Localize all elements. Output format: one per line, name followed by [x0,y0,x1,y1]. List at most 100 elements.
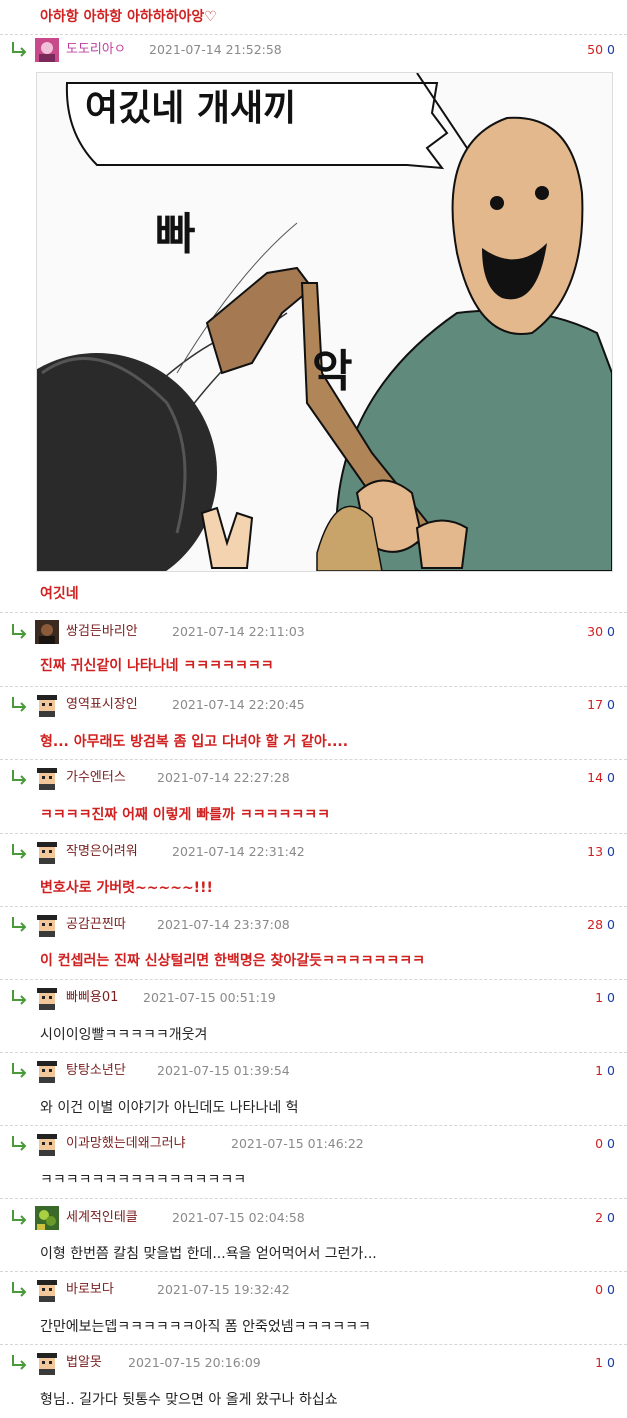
comment-text: 이 컨셉러는 진짜 신상털리면 한백명은 찾아갈듯ㅋㅋㅋㅋㅋㅋㅋㅋ [40,953,426,969]
vote-count[interactable]: 10 [595,1350,615,1376]
vote-count[interactable]: 50 0 [587,37,615,63]
vote-count[interactable]: 30 0 [587,619,615,645]
downvote-count[interactable]: 0 [607,42,615,57]
comment-timestamp: 2021-07-15 01:46:22 [231,1136,364,1151]
comment-header: 이과망했는데왜그러냐 2021-07-15 01:46:22 00 [0,1131,627,1157]
downvote-count[interactable]: 0 [607,1210,615,1225]
upvote-count[interactable]: 0 [595,1136,603,1151]
avatar[interactable] [35,1278,59,1302]
downvote-count[interactable]: 0 [607,770,615,785]
comment-nickname[interactable]: 세계적인테클 [66,1205,138,1231]
comment-header: 영역표시장인 2021-07-14 22:20:45 17 0 [0,692,627,718]
divider [0,1052,627,1053]
vote-count[interactable]: 00 [595,1131,615,1157]
avatar[interactable] [35,766,59,790]
reply-arrow-icon [12,697,27,712]
upvote-count[interactable]: 1 [595,990,603,1005]
comment-timestamp: 2021-07-14 22:11:03 [172,624,305,639]
divider [0,686,627,687]
comment-nickname[interactable]: 바로보다 [66,1277,114,1303]
comment-header: 도도리아ㅇ 2021-07-14 21:52:58 50 0 [0,37,627,63]
comment-nickname[interactable]: 공감끈찐따 [66,912,126,938]
reply-arrow-icon [12,770,27,785]
downvote-count[interactable]: 0 [607,624,615,639]
upvote-count[interactable]: 30 [587,624,603,639]
comment-header: 탕탕소년단 2021-07-15 01:39:54 10 [0,1058,627,1084]
comment-timestamp: 2021-07-14 23:37:08 [157,917,290,932]
comment-timestamp: 2021-07-14 22:31:42 [172,844,305,859]
upvote-count[interactable]: 14 [587,770,603,785]
downvote-count[interactable]: 0 [607,990,615,1005]
avatar[interactable] [35,913,59,937]
downvote-count[interactable]: 0 [607,1136,615,1151]
upvote-count[interactable]: 28 [587,917,603,932]
comment-text: 시이이잉빨ㅋㅋㅋㅋㅋ개웃겨 [40,1027,208,1043]
comment-nickname[interactable]: 쌍검든바리안 [66,619,138,645]
vote-count[interactable]: 17 0 [587,692,615,718]
vote-count[interactable]: 10 [595,985,615,1011]
comment-text: ㅋㅋㅋㅋ진짜 어째 이렇게 빠를까 ㅋㅋㅋㅋㅋㅋㅋ [40,807,330,823]
reply-arrow-icon [12,1355,27,1370]
divider [0,1271,627,1272]
divider [0,1344,627,1345]
upvote-count[interactable]: 1 [595,1063,603,1078]
comment-text: 이형 한번쯤 칼침 맞을법 한데...욕을 얻어먹어서 그런가... [40,1246,377,1262]
downvote-count[interactable]: 0 [607,697,615,712]
reply-arrow-icon [12,1282,27,1297]
avatar[interactable] [35,1206,59,1230]
divider [0,979,627,980]
comment-nickname[interactable]: 탕탕소년단 [66,1058,126,1084]
upvote-count[interactable]: 0 [595,1282,603,1297]
avatar[interactable] [35,840,59,864]
avatar[interactable] [35,38,59,62]
comment-text: 변호사로 가버렷~~~~~!!! [40,880,213,896]
divider [0,906,627,907]
vote-count[interactable]: 28 0 [587,912,615,938]
reply-arrow-icon [12,844,27,859]
downvote-count[interactable]: 0 [607,1355,615,1370]
comment-text: 진짜 귀신같이 나타나네 ㅋㅋㅋㅋㅋㅋㅋ [40,658,274,674]
comment-nickname[interactable]: 도도리아ㅇ [66,37,126,63]
comment-timestamp: 2021-07-15 19:32:42 [157,1282,290,1297]
comment-timestamp: 2021-07-15 01:39:54 [157,1063,290,1078]
vote-count[interactable]: 14 0 [587,765,615,791]
avatar[interactable] [35,1059,59,1083]
upvote-count[interactable]: 17 [587,697,603,712]
vote-count[interactable]: 20 [595,1205,615,1231]
reply-arrow-icon [12,624,27,639]
comment-nickname[interactable]: 작명은어려워 [66,839,138,865]
comment-timestamp: 2021-07-14 22:20:45 [172,697,305,712]
upvote-count[interactable]: 2 [595,1210,603,1225]
divider [0,612,627,613]
downvote-count[interactable]: 0 [607,917,615,932]
comment-timestamp: 2021-07-14 21:52:58 [149,42,282,57]
comment-nickname[interactable]: 영역표시장인 [66,692,138,718]
comment-timestamp: 2021-07-15 20:16:09 [128,1355,261,1370]
avatar[interactable] [35,620,59,644]
comment-image: 여깄네 개새끼 빠 악 [36,72,613,572]
reply-arrow-icon [12,990,27,1005]
upvote-count[interactable]: 50 [587,42,603,57]
vote-count[interactable]: 13 0 [587,839,615,865]
downvote-count[interactable]: 0 [607,1282,615,1297]
comment-nickname[interactable]: 가수엔터스 [66,765,126,791]
downvote-count[interactable]: 0 [607,1063,615,1078]
comment-nickname[interactable]: 빠삐용01 [66,985,118,1011]
avatar[interactable] [35,1351,59,1375]
avatar[interactable] [35,693,59,717]
vote-count[interactable]: 10 [595,1058,615,1084]
reply-arrow-icon [12,917,27,932]
reply-arrow-icon [12,1136,27,1151]
comment-timestamp: 2021-07-15 02:04:58 [172,1210,305,1225]
comment-header: 쌍검든바리안 2021-07-14 22:11:03 30 0 [0,619,627,645]
avatar[interactable] [35,986,59,1010]
upvote-count[interactable]: 1 [595,1355,603,1370]
comic-illustration [37,73,612,571]
vote-count[interactable]: 00 [595,1277,615,1303]
comment-nickname[interactable]: 이과망했는데왜그러냐 [66,1131,186,1157]
previous-comment-text: 아하항 아하항 아하하하아앙♡ [40,9,217,25]
downvote-count[interactable]: 0 [607,844,615,859]
comment-nickname[interactable]: 법알못 [66,1350,102,1376]
upvote-count[interactable]: 13 [587,844,603,859]
avatar[interactable] [35,1132,59,1156]
